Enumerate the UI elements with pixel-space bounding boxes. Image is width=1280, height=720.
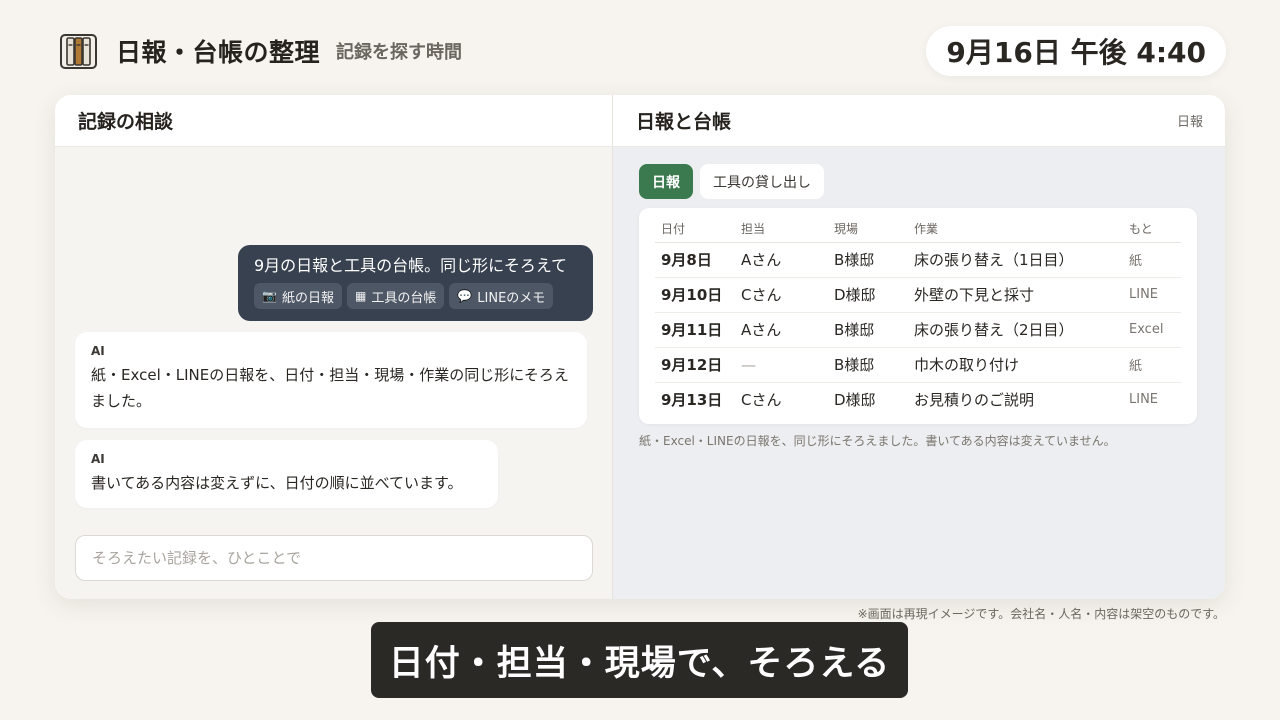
tab-tool-lending[interactable]: 工具の貸し出し [700,164,824,199]
table-row[interactable]: 9月10日 Cさん D様邸 外壁の下見と採寸 LINE [655,277,1181,313]
cell-person: Cさん [735,277,828,313]
ai-message-text: 紙・Excel・LINEの日報を、日付・担当・現場・作業の同じ形にそろえました。 [91,366,569,410]
cell-source: 紙 [1123,347,1181,383]
spreadsheet-icon: ▦ [354,289,367,303]
cell-date: 9月8日 [655,242,735,278]
cell-person: Cさん [741,391,782,410]
cell-source: LINE [1129,392,1159,408]
ai-message: AI 紙・Excel・LINEの日報を、日付・担当・現場・作業の同じ形にそろえま… [75,332,587,428]
records-table: 日付 担当 現場 作業 もと 9月8日 Aさん B様邸 床の張り替え（1日目） … [655,216,1181,417]
ai-label: AI [91,452,105,466]
chat-bubble-icon: 💬 [457,289,473,303]
table-row[interactable]: 9月13日 Cさん D様邸 お見積りのご説明 LINE [655,382,1181,417]
records-table-card: 日付 担当 現場 作業 もと 9月8日 Aさん B様邸 床の張り替え（1日目） … [639,208,1197,424]
cell-work: 床の張り替え（2日目） [908,312,1123,348]
user-message-text: 9月の日報と工具の台帳。同じ形にそろえて [254,256,568,275]
cell-person: Aさん [735,312,828,348]
records-panel-title: 日報と台帳 [636,111,732,133]
attachment-chip[interactable]: 📷 紙の日報 [254,283,342,309]
chat-input[interactable] [75,535,593,581]
column-header: 日付 [655,216,735,243]
clock: 9月16日 午後 4:40 [926,26,1226,76]
column-header: 現場 [828,216,908,243]
main-panel: 記録の相談 9月の日報と工具の台帳。同じ形にそろえて 📷 紙の日報 ▦ 工具の台… [55,95,1225,599]
table-row[interactable]: 9月12日 — B様邸 巾木の取り付け 紙 [655,347,1181,383]
records-panel-header: 日報と台帳 日報 [613,95,1225,147]
user-message: 9月の日報と工具の台帳。同じ形にそろえて 📷 紙の日報 ▦ 工具の台帳 💬 LI… [238,245,593,321]
tab-daily-report[interactable]: 日報 [639,164,693,199]
cell-person: — [735,347,828,383]
attachment-label: 工具の台帳 [371,290,437,306]
cell-source: Excel [1123,312,1181,348]
cell-site: D様邸 [834,391,876,410]
cell-site: D様邸 [828,277,908,313]
attachment-chip[interactable]: ▦ 工具の台帳 [346,283,445,309]
cell-site: B様邸 [828,312,908,348]
attachment-label: 紙の日報 [281,290,334,306]
records-panel: 日報と台帳 日報 日報 工具の貸し出し 日付 担当 現場 作業 もと 9月8日 … [613,95,1225,599]
cell-source: LINE [1123,277,1181,313]
attachment-chip[interactable]: 💬 LINEのメモ [449,283,554,309]
cell-source: 紙 [1123,242,1181,278]
table-row[interactable]: 9月11日 Aさん B様邸 床の張り替え（2日目） Excel [655,312,1181,348]
chat-panel: 記録の相談 9月の日報と工具の台帳。同じ形にそろえて 📷 紙の日報 ▦ 工具の台… [55,95,613,599]
table-row[interactable]: 9月8日 Aさん B様邸 床の張り替え（1日目） 紙 [655,242,1181,278]
chat-panel-title: 記録の相談 [55,95,612,147]
cell-date: 9月10日 [655,277,735,313]
table-note: 紙・Excel・LINEの日報を、同じ形にそろえました。書いてある内容は変えてい… [639,434,1116,448]
attachment-label: LINEのメモ [477,290,546,306]
cell-work: 外壁の下見と採寸 [908,277,1123,313]
cell-work: 床の張り替え（1日目） [908,242,1123,278]
cell-date: 9月12日 [655,347,735,383]
column-header: 担当 [735,216,828,243]
cell-work: お見積りのご説明 [914,391,1035,410]
app-subtitle: 記録を探す時間 [336,42,463,63]
cell-site: B様邸 [828,242,908,278]
records-tabs: 日報 工具の貸し出し [639,164,824,199]
ai-message-text: 書いてある内容は変えずに、日付の順に並べています。 [91,474,463,492]
column-header: もと [1123,216,1181,243]
column-header: 作業 [908,216,1123,243]
app-header: 日報・台帳の整理 記録を探す時間 9月16日 午後 4:40 [60,26,1226,76]
cell-person: Aさん [735,242,828,278]
cell-site: B様邸 [828,347,908,383]
cell-work: 巾木の取り付け [908,347,1123,383]
app-title: 日報・台帳の整理 [116,38,321,67]
cell-date: 9月11日 [655,312,735,348]
cell-date: 9月13日 [661,391,723,410]
binder-icon [60,33,97,69]
camera-icon: 📷 [262,289,277,303]
attachment-list: 📷 紙の日報 ▦ 工具の台帳 💬 LINEのメモ [254,283,577,309]
table-header-row: 日付 担当 現場 作業 もと [655,216,1181,243]
ai-label: AI [91,344,105,358]
records-panel-tag: 日報 [1176,115,1203,130]
ai-message: AI 書いてある内容は変えずに、日付の順に並べています。 [75,440,498,508]
caption-banner: 日付・担当・現場で、そろえる [371,622,908,698]
disclaimer: ※画面は再現イメージです。会社名・人名・内容は架空のものです。 [857,607,1225,621]
